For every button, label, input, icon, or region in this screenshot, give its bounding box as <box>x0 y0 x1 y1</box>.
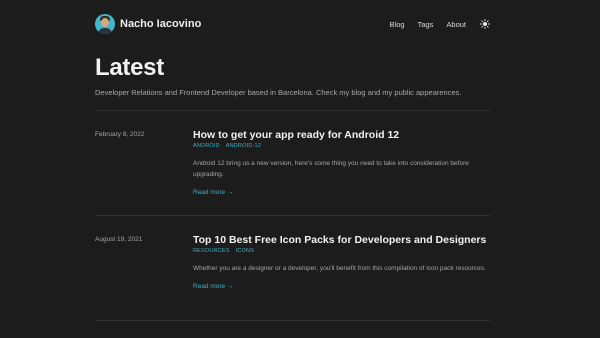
divider <box>95 320 490 321</box>
site-name[interactable]: Nacho Iacovino <box>120 18 201 30</box>
post-tags: RESOURCES ICONS <box>193 248 493 254</box>
post-title-link[interactable]: How to get your app ready for Android 12 <box>193 129 493 142</box>
tag-link[interactable]: ANDROID <box>193 143 220 149</box>
sun-icon[interactable] <box>480 19 490 29</box>
post-tags: ANDROID ANDROID-12 <box>193 143 493 149</box>
post-summary: Whether you are a designer or a develope… <box>193 265 486 272</box>
tag-link[interactable]: ANDROID-12 <box>226 143 261 149</box>
post-date: February 8, 2022 <box>95 131 145 138</box>
tag-link[interactable]: RESOURCES <box>193 248 230 254</box>
intro-text: Developer Relations and Frontend Develop… <box>95 88 462 97</box>
main-nav: Blog Tags About <box>377 19 490 29</box>
nav-link-blog[interactable]: Blog <box>390 20 405 29</box>
tag-link[interactable]: ICONS <box>236 248 254 254</box>
post-summary: Android 12 bring us a new version, here'… <box>193 160 469 178</box>
read-more-link[interactable]: Read more → <box>193 189 493 196</box>
page-title: Latest <box>95 54 164 81</box>
brand-link[interactable]: Nacho Iacovino <box>95 14 201 34</box>
post-title-link[interactable]: Top 10 Best Free Icon Packs for Develope… <box>193 234 493 247</box>
nav-link-tags[interactable]: Tags <box>418 20 434 29</box>
read-more-link[interactable]: Read more → <box>193 283 493 290</box>
nav-link-about[interactable]: About <box>446 20 466 29</box>
post-date: August 19, 2021 <box>95 236 143 243</box>
avatar <box>95 14 115 34</box>
divider <box>95 110 490 111</box>
site-header: Nacho Iacovino Blog Tags About <box>95 14 490 36</box>
divider <box>95 215 490 216</box>
